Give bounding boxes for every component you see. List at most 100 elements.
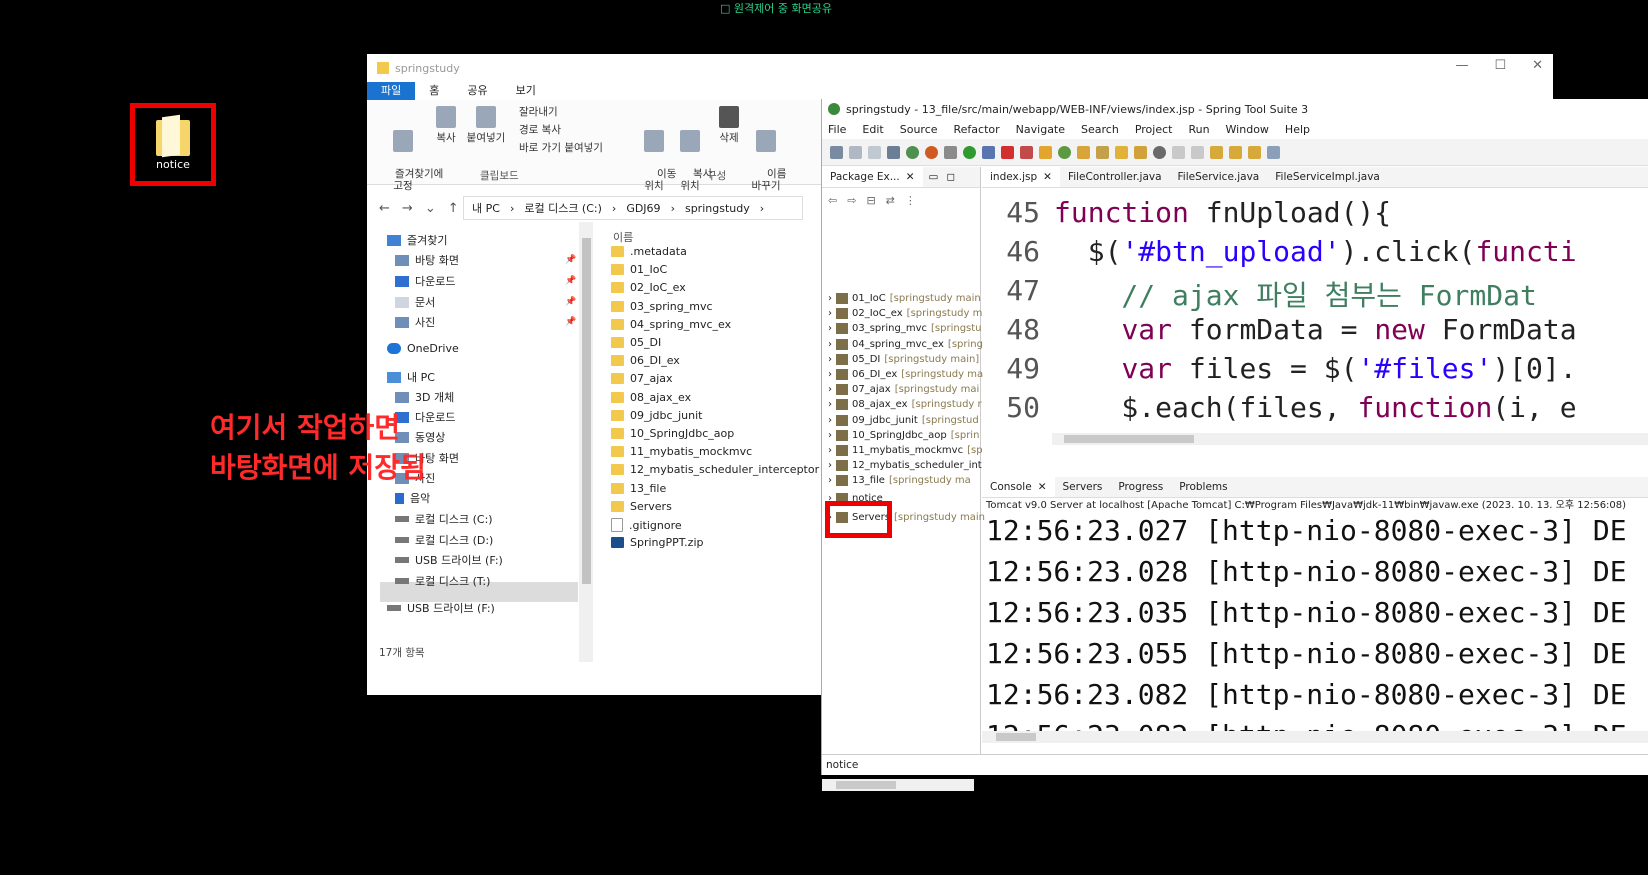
file-item[interactable]: 07_ajax <box>611 372 673 385</box>
copy-path-button[interactable]: 경로 복사 <box>519 122 561 137</box>
desktop-notice-folder[interactable]: notice <box>130 103 216 186</box>
menu-edit[interactable]: Edit <box>862 123 883 136</box>
project-04_spring_mvc_ex[interactable]: › 04_spring_mvc_ex [spring <box>828 338 983 350</box>
expand-icon[interactable]: › <box>828 323 832 334</box>
spring-icon[interactable] <box>925 145 938 159</box>
project-09_jdbc_junit[interactable]: › 09_jdbc_junit [springstud <box>828 414 979 426</box>
nav-c-drive[interactable]: 로컬 디스크 (C:) <box>395 511 493 527</box>
minimize-icon[interactable]: ▭ <box>929 171 939 183</box>
nav-d-drive[interactable]: 로컬 디스크 (D:) <box>395 532 493 548</box>
new-icon[interactable] <box>830 145 843 159</box>
link-editor-icon[interactable]: ⇄ <box>886 194 895 210</box>
project-11_mybatis_mockmvc[interactable]: › 11_mybatis_mockmvc [sp <box>828 445 983 456</box>
menu-refactor[interactable]: Refactor <box>954 123 1000 136</box>
expand-icon[interactable]: › <box>828 430 832 441</box>
project-06_di_ex[interactable]: › 06_DI_ex [springstudy ma <box>828 369 983 380</box>
menu-navigate[interactable]: Navigate <box>1016 123 1065 136</box>
cut-button[interactable]: 잘라내기 <box>519 104 558 119</box>
file-item[interactable]: 10_SpringJdbc_aop <box>611 427 734 440</box>
expand-icon[interactable]: › <box>828 308 832 319</box>
prev-annotation-icon[interactable] <box>1191 145 1204 159</box>
console-output[interactable]: 12:56:23.027 [http-nio-8080-exec-3] DE 12… <box>982 514 1648 732</box>
tab-package-explorer[interactable]: Package Ex... ✕ <box>822 167 923 187</box>
column-header-name[interactable]: 이름 <box>613 229 633 245</box>
task-icon[interactable] <box>1153 145 1166 159</box>
breadcrumb-c-drive[interactable]: 로컬 디스크 (C:) <box>524 200 602 216</box>
boot-dashboard-icon[interactable] <box>906 145 919 159</box>
minimize-icon[interactable]: — <box>1455 58 1468 73</box>
view-menu-icon[interactable]: ⋮ <box>905 194 916 210</box>
breadcrumb-springstudy[interactable]: springstudy <box>685 202 750 215</box>
menu-help[interactable]: Help <box>1285 123 1310 136</box>
tab-file-service[interactable]: FileService.java <box>1170 167 1268 187</box>
expand-icon[interactable]: › <box>828 415 832 426</box>
tab-home[interactable]: 홈 <box>415 82 453 100</box>
project-02_ioc_ex[interactable]: › 02_IoC_ex [springstudy m <box>828 308 982 320</box>
nav-quick-access[interactable]: 즐겨찾기 <box>387 232 447 248</box>
project-10_springjdbc_aop[interactable]: › 10_SpringJdbc_aop [sprin <box>828 429 979 441</box>
maximize-icon[interactable]: ☐ <box>1494 58 1506 73</box>
external-tools-icon[interactable] <box>982 145 995 159</box>
back-icon[interactable]: ⇦ <box>828 194 837 210</box>
expand-icon[interactable]: › <box>828 293 832 304</box>
menu-source[interactable]: Source <box>900 123 938 136</box>
tab-file-controller[interactable]: FileController.java <box>1060 167 1170 187</box>
menu-window[interactable]: Window <box>1226 123 1269 136</box>
code-area[interactable]: 45 function fnUpload(){46 $('#btn_upload'… <box>982 188 1648 438</box>
close-icon[interactable]: ✕ <box>1532 58 1543 73</box>
tab-index-jsp[interactable]: index.jsp ✕ <box>982 167 1060 187</box>
file-item[interactable]: 12_mybatis_scheduler_interceptor <box>611 463 819 476</box>
up-icon[interactable]: ↑ <box>448 201 459 216</box>
paste-button[interactable]: 붙여넣기 <box>463 106 509 144</box>
close-icon[interactable]: ✕ <box>1038 481 1047 493</box>
annotation-icon[interactable] <box>1134 145 1147 159</box>
project-01_ioc[interactable]: › 01_IoC [springstudy main <box>828 293 981 304</box>
nav-downloads[interactable]: 다운로드 📌 <box>395 273 576 289</box>
forward-icon[interactable]: ⇨ <box>847 194 856 210</box>
file-item[interactable]: 09_jdbc_junit <box>611 409 702 422</box>
tab-progress[interactable]: Progress <box>1110 477 1171 497</box>
copy-to-button[interactable]: 복사 위치 <box>673 106 712 204</box>
nav-pictures[interactable]: 사진 📌 <box>395 314 576 330</box>
package-hscrollbar[interactable] <box>822 779 974 791</box>
nav-music[interactable]: 음악 <box>395 490 430 506</box>
expand-icon[interactable]: › <box>828 399 832 410</box>
file-item[interactable]: 11_mybatis_mockmvc <box>611 445 752 458</box>
close-icon[interactable]: ✕ <box>1043 171 1052 183</box>
delete-button[interactable]: 삭제 <box>713 106 745 144</box>
debug-icon[interactable] <box>944 145 957 159</box>
open-type-icon[interactable] <box>1039 145 1052 159</box>
project-12_mybatis_scheduler_int[interactable]: › 12_mybatis_scheduler_int <box>828 460 982 472</box>
tab-share[interactable]: 공유 <box>453 82 501 100</box>
menu-search[interactable]: Search <box>1081 123 1119 136</box>
back-icon[interactable]: ← <box>379 201 390 216</box>
expand-icon[interactable]: › <box>828 339 832 350</box>
file-item[interactable]: SpringPPT.zip <box>611 536 704 549</box>
tab-problems[interactable]: Problems <box>1171 477 1235 497</box>
file-item[interactable]: 05_DI <box>611 336 661 349</box>
address-bar[interactable]: 내 PC › 로컬 디스크 (C:) › GDJ69 › springstudy › <box>463 196 803 220</box>
run-icon[interactable] <box>963 145 976 159</box>
tab-servers[interactable]: Servers <box>1055 477 1111 497</box>
project-05_di[interactable]: › 05_DI [springstudy main] <box>828 353 979 365</box>
forward-icon[interactable]: → <box>402 201 413 216</box>
collapse-all-icon[interactable]: ⊟ <box>866 194 875 210</box>
file-item[interactable]: .gitignore <box>611 518 682 532</box>
file-item[interactable]: .metadata <box>611 245 687 258</box>
project-03_spring_mvc[interactable]: › 03_spring_mvc [springstu <box>828 323 982 335</box>
open-perspective-icon[interactable] <box>1267 145 1280 159</box>
menu-run[interactable]: Run <box>1188 123 1209 136</box>
terminal-icon[interactable] <box>887 145 900 159</box>
nav-this-pc[interactable]: 내 PC <box>387 369 435 385</box>
next-annotation-icon[interactable] <box>1172 145 1185 159</box>
nav-3d-objects[interactable]: 3D 개체 <box>395 389 454 405</box>
nav-scrollbar[interactable] <box>579 222 593 662</box>
breadcrumb-gdj69[interactable]: GDJ69 <box>626 202 660 215</box>
tab-view[interactable]: 보기 <box>502 82 550 100</box>
file-item[interactable]: 13_file <box>611 482 666 495</box>
menu-project[interactable]: Project <box>1135 123 1173 136</box>
paste-shortcut-button[interactable]: 바로 가기 붙여넣기 <box>519 140 603 155</box>
nav-t-drive[interactable]: 로컬 디스크 (T:) <box>395 573 490 589</box>
nav-onedrive[interactable]: OneDrive <box>387 342 459 355</box>
move-to-button[interactable]: 이동 위치 <box>637 106 676 204</box>
